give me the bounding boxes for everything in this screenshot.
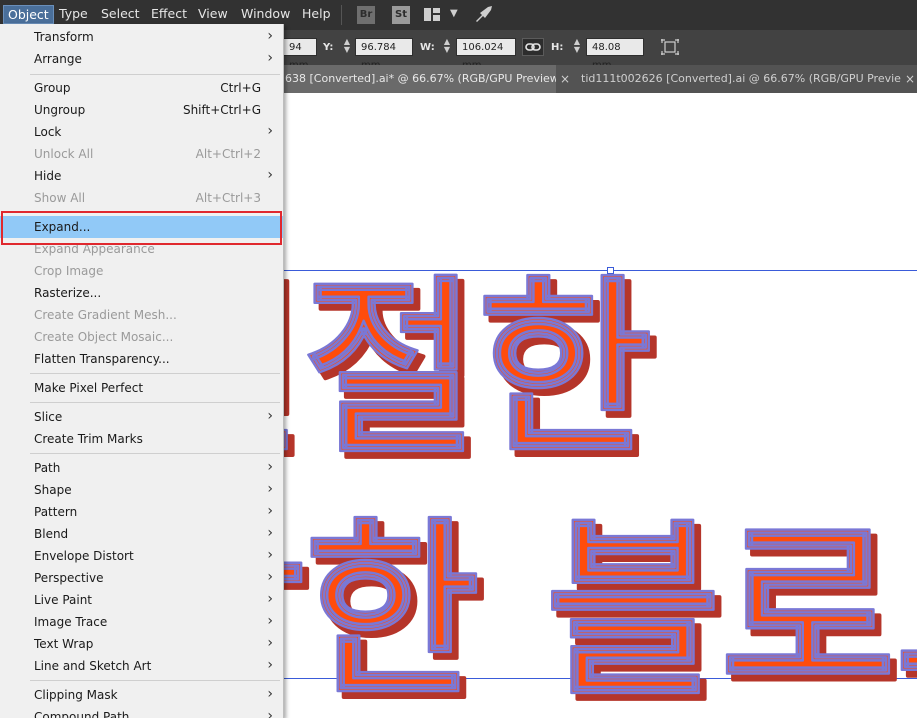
menu-separator: [30, 74, 280, 75]
h-label: H:: [551, 42, 564, 53]
menu-effect[interactable]: Effect: [151, 6, 187, 21]
close-tab-icon[interactable]: ×: [905, 65, 915, 93]
submenu-arrow-icon: ›: [267, 123, 273, 139]
x-field[interactable]: 94 mm: [283, 38, 317, 71]
submenu-arrow-icon: ›: [267, 613, 273, 629]
object-menu-dropdown: Transform › Arrange › Group Ctrl+G Ungroup S…: [0, 24, 284, 718]
menu-item-rasterize[interactable]: Rasterize...: [0, 282, 283, 304]
submenu-arrow-icon: ›: [267, 167, 273, 183]
menu-item-transform[interactable]: Transform ›: [0, 26, 283, 48]
menu-type[interactable]: Type: [59, 6, 88, 21]
tab-document-1[interactable]: 638 [Converted].ai* @ 66.67% (RGB/GPU Pr…: [283, 65, 556, 93]
submenu-arrow-icon: ›: [267, 525, 273, 541]
menu-item-blend[interactable]: Blend ›: [0, 523, 283, 545]
submenu-arrow-icon: ›: [267, 686, 273, 702]
y-label: Y:: [323, 42, 334, 53]
menu-item-pattern[interactable]: Pattern ›: [0, 501, 283, 523]
submenu-arrow-icon: ›: [267, 459, 273, 475]
workspace-layout-icon[interactable]: [424, 8, 440, 21]
menu-window[interactable]: Window: [241, 6, 290, 21]
menu-item-hide[interactable]: Hide ›: [0, 165, 283, 187]
submenu-arrow-icon: ›: [267, 569, 273, 585]
menu-separator: [30, 373, 280, 374]
stock-button[interactable]: St: [392, 6, 410, 24]
submenu-arrow-icon: ›: [267, 50, 273, 66]
menu-item-text-wrap[interactable]: Text Wrap ›: [0, 633, 283, 655]
y-field[interactable]: 96.784 mm: [355, 38, 413, 71]
submenu-arrow-icon: ›: [267, 408, 273, 424]
submenu-arrow-icon: ›: [267, 503, 273, 519]
menu-item-make-pixel-perfect[interactable]: Make Pixel Perfect: [0, 377, 283, 399]
submenu-arrow-icon: ›: [267, 635, 273, 651]
menu-item-slice[interactable]: Slice ›: [0, 406, 283, 428]
menu-item-show-all: Show All Alt+Ctrl+3: [34, 191, 261, 205]
menu-item-create-trim-marks[interactable]: Create Trim Marks: [0, 428, 283, 450]
menu-item-live-paint[interactable]: Live Paint ›: [0, 589, 283, 611]
menu-item-compound-path[interactable]: Compound Path ›: [0, 706, 283, 718]
y-stepper-icon[interactable]: ▲ ▼: [340, 38, 354, 56]
publish-rocket-icon[interactable]: [474, 5, 494, 23]
h-stepper-icon[interactable]: ▲ ▼: [570, 38, 584, 56]
menu-item-arrange[interactable]: Arrange ›: [0, 48, 283, 70]
menu-item-clipping-mask[interactable]: Clipping Mask ›: [0, 684, 283, 706]
menu-item-image-trace[interactable]: Image Trace ›: [0, 611, 283, 633]
menu-item-perspective[interactable]: Perspective ›: [0, 567, 283, 589]
h-field[interactable]: 48.08 mm: [586, 38, 644, 71]
menu-item-create-gradient-mesh: Create Gradient Mesh...: [34, 308, 177, 322]
close-tab-icon[interactable]: ×: [560, 65, 570, 93]
menu-object[interactable]: Object: [3, 5, 54, 24]
w-field[interactable]: 106.024 mm: [456, 38, 516, 71]
transform-icon[interactable]: [660, 38, 680, 56]
chevron-down-icon[interactable]: ▼: [450, 8, 458, 19]
menu-item-create-object-mosaic: Create Object Mosaic...: [34, 330, 174, 344]
submenu-arrow-icon: ›: [267, 591, 273, 607]
menu-separator: [30, 453, 280, 454]
submenu-arrow-icon: ›: [267, 657, 273, 673]
constrain-proportions-button[interactable]: [522, 38, 544, 56]
menu-item-line-and-sketch-art[interactable]: Line and Sketch Art ›: [0, 655, 283, 677]
menu-separator: [30, 402, 280, 403]
submenu-arrow-icon: ›: [267, 547, 273, 563]
menu-help[interactable]: Help: [302, 6, 331, 21]
menu-item-ungroup[interactable]: Ungroup Shift+Ctrl+G: [0, 99, 283, 121]
submenu-arrow-icon: ›: [267, 28, 273, 44]
tab-document-2[interactable]: tid111t002626 [Converted].ai @ 66.67% (R…: [581, 65, 901, 93]
menu-select[interactable]: Select: [101, 6, 140, 21]
menu-item-crop-image: Crop Image: [34, 264, 104, 278]
menu-item-path[interactable]: Path ›: [0, 457, 283, 479]
menu-item-group[interactable]: Group Ctrl+G: [0, 77, 283, 99]
menu-item-unlock-all: Unlock All Alt+Ctrl+2: [34, 147, 261, 161]
w-stepper-icon[interactable]: ▲ ▼: [440, 38, 454, 56]
menu-item-flatten-transparency[interactable]: Flatten Transparency...: [0, 348, 283, 370]
menu-item-shape[interactable]: Shape ›: [0, 479, 283, 501]
menu-item-lock[interactable]: Lock ›: [0, 121, 283, 143]
w-label: W:: [420, 42, 435, 53]
submenu-arrow-icon: ›: [267, 481, 273, 497]
submenu-arrow-icon: ›: [267, 708, 273, 718]
expand-highlight-box: [1, 211, 282, 245]
menu-separator: [30, 680, 280, 681]
menubar-divider: [341, 5, 342, 25]
link-icon: [525, 43, 541, 51]
menu-view[interactable]: View: [198, 6, 228, 21]
bridge-button[interactable]: Br: [357, 6, 375, 24]
menu-item-envelope-distort[interactable]: Envelope Distort ›: [0, 545, 283, 567]
